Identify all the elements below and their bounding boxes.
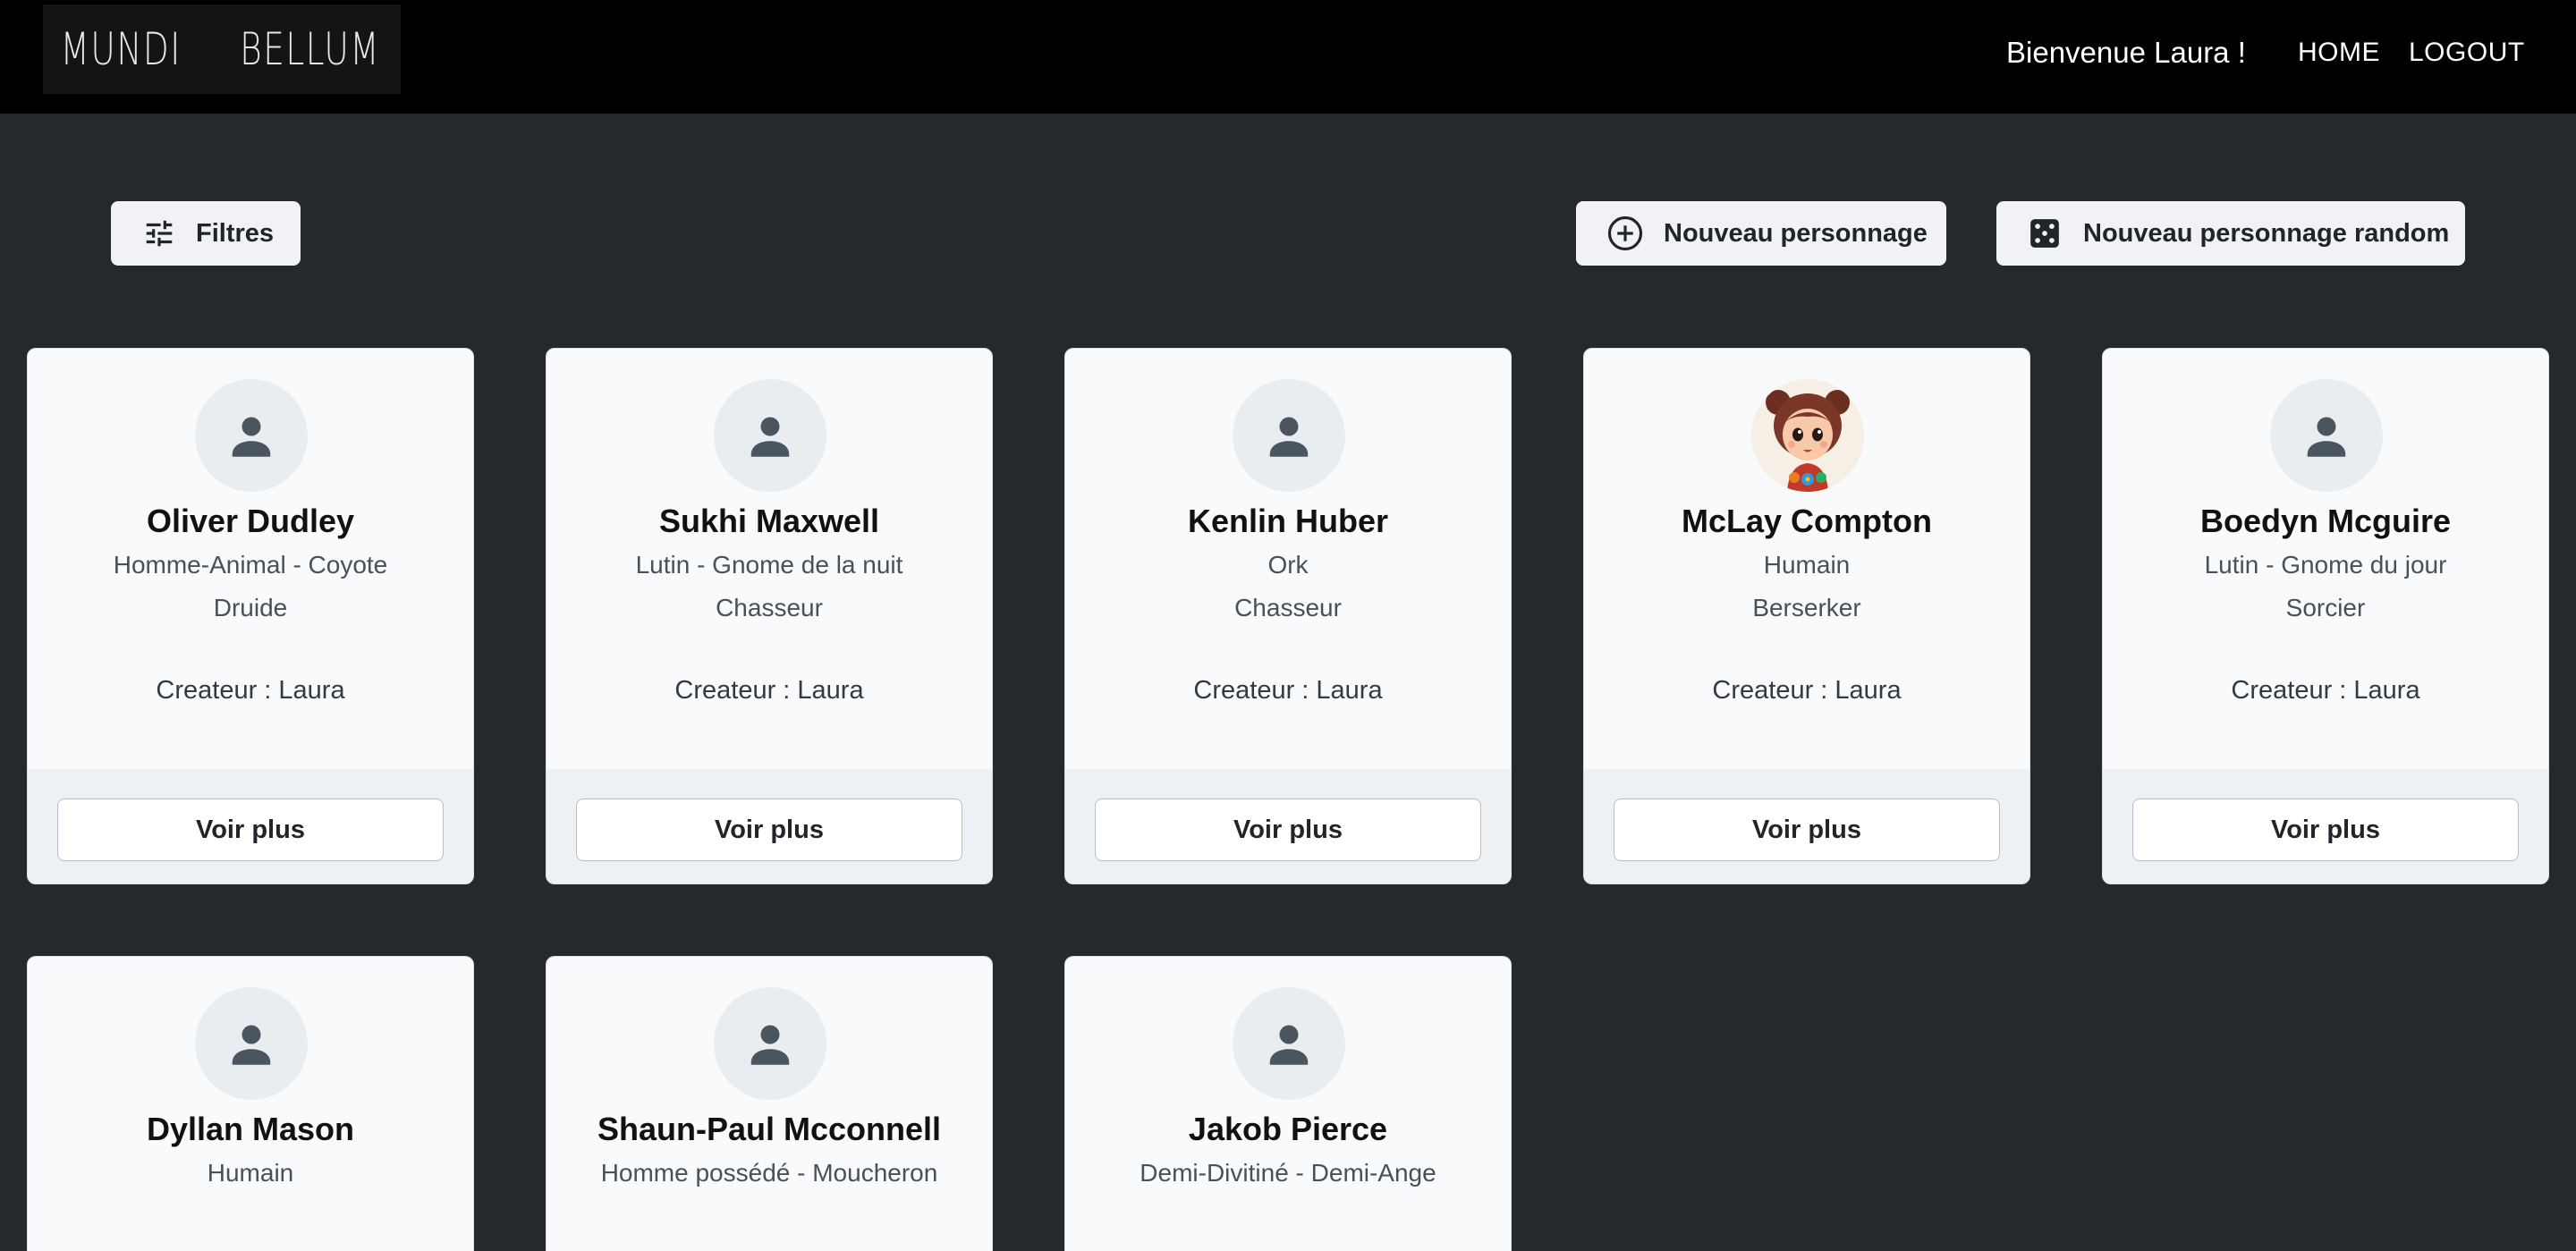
avatar bbox=[195, 987, 308, 1100]
character-name: Sukhi Maxwell bbox=[658, 503, 880, 539]
character-name: Dyllan Mason bbox=[146, 1111, 355, 1147]
character-card: Shaun-Paul Mcconnell Homme possédé - Mou… bbox=[546, 956, 993, 1251]
character-race: Ork bbox=[1267, 551, 1309, 579]
person-icon bbox=[750, 417, 790, 457]
person-icon bbox=[232, 417, 271, 457]
see-more-button[interactable]: Voir plus bbox=[1614, 799, 2000, 861]
character-card: Boedyn Mcguire Lutin - Gnome du jour Sor… bbox=[2102, 348, 2549, 884]
avatar bbox=[1233, 987, 1345, 1100]
character-race: Lutin - Gnome de la nuit bbox=[635, 551, 903, 579]
character-creator: Createur : Laura bbox=[1193, 676, 1383, 705]
filters-label: Filtres bbox=[196, 218, 275, 248]
person-icon bbox=[2307, 417, 2346, 457]
see-more-button[interactable]: Voir plus bbox=[1095, 799, 1481, 861]
character-name: Jakob Pierce bbox=[1188, 1111, 1388, 1147]
character-portrait-icon bbox=[1751, 379, 1864, 492]
character-class: Chasseur bbox=[1234, 594, 1342, 621]
new-random-character-button[interactable]: Nouveau personnage random bbox=[1996, 201, 2465, 266]
character-class: Sorcier bbox=[2285, 594, 2366, 621]
character-race: Demi-Divitiné - Demi-Ange bbox=[1140, 1159, 1436, 1187]
avatar bbox=[714, 379, 826, 492]
see-more-button[interactable]: Voir plus bbox=[2132, 799, 2519, 861]
see-more-button[interactable]: Voir plus bbox=[576, 799, 962, 861]
dice-icon bbox=[2030, 219, 2059, 248]
character-race: Humain bbox=[207, 1159, 294, 1187]
avatar bbox=[195, 379, 308, 492]
character-card: Dyllan Mason Humain bbox=[27, 956, 474, 1251]
card-footer: Voir plus bbox=[2103, 769, 2548, 883]
logo-text-right: BELLUM bbox=[239, 23, 380, 75]
character-card: Jakob Pierce Demi-Divitiné - Demi-Ange bbox=[1064, 956, 1512, 1251]
character-card: Kenlin Huber Ork Chasseur Createur : Lau… bbox=[1064, 348, 1512, 884]
character-race: Homme-Animal - Coyote bbox=[113, 551, 388, 579]
person-icon bbox=[1269, 1025, 1309, 1065]
character-race: Homme possédé - Moucheron bbox=[600, 1159, 938, 1187]
card-footer: Voir plus bbox=[547, 769, 992, 883]
sliders-icon bbox=[146, 220, 173, 247]
card-footer: Voir plus bbox=[1584, 769, 2029, 883]
character-name: Oliver Dudley bbox=[146, 503, 355, 539]
card-footer: Voir plus bbox=[1065, 769, 1511, 883]
new-random-character-label: Nouveau personnage random bbox=[2083, 218, 2450, 248]
see-more-button[interactable]: Voir plus bbox=[57, 799, 444, 861]
nav-logout-link[interactable]: LOGOUT bbox=[2409, 38, 2525, 68]
character-creator: Createur : Laura bbox=[2231, 676, 2420, 705]
character-name: Boedyn Mcguire bbox=[2199, 503, 2452, 539]
welcome-message: Bienvenue Laura ! bbox=[2006, 36, 2246, 69]
filters-button[interactable]: Filtres bbox=[111, 201, 301, 266]
character-race: Lutin - Gnome du jour bbox=[2204, 551, 2447, 579]
character-class: Chasseur bbox=[716, 594, 823, 621]
person-icon bbox=[750, 1025, 790, 1065]
person-icon bbox=[232, 1025, 271, 1065]
avatar bbox=[2270, 379, 2383, 492]
avatar bbox=[714, 987, 826, 1100]
card-footer: Voir plus bbox=[28, 769, 473, 883]
character-card: Oliver Dudley Homme-Animal - Coyote Drui… bbox=[27, 348, 474, 884]
character-creator: Createur : Laura bbox=[674, 676, 864, 705]
avatar bbox=[1751, 379, 1864, 492]
character-name: McLay Compton bbox=[1681, 503, 1932, 539]
nav-home-link[interactable]: HOME bbox=[2298, 38, 2380, 68]
navbar: MUNDI BELLUM Bienvenue Laura ! HOME LOGO… bbox=[0, 0, 2576, 114]
character-creator: Createur : Laura bbox=[1712, 676, 1902, 705]
plus-circle-icon bbox=[1607, 216, 1643, 251]
character-name: Shaun-Paul Mcconnell bbox=[597, 1111, 942, 1147]
character-class: Berserker bbox=[1752, 594, 1861, 621]
character-card: Sukhi Maxwell Lutin - Gnome de la nuit C… bbox=[546, 348, 993, 884]
character-race: Humain bbox=[1763, 551, 1851, 579]
character-card: McLay Compton Humain Berserker Createur … bbox=[1583, 348, 2030, 884]
logo-text-left: MUNDI bbox=[60, 23, 182, 75]
person-icon bbox=[1269, 417, 1309, 457]
new-character-label: Nouveau personnage bbox=[1664, 218, 1928, 248]
new-character-button[interactable]: Nouveau personnage bbox=[1576, 201, 1946, 266]
character-creator: Createur : Laura bbox=[156, 676, 345, 705]
avatar bbox=[1233, 379, 1345, 492]
character-class: Druide bbox=[213, 594, 288, 621]
character-name: Kenlin Huber bbox=[1187, 503, 1388, 539]
brand-logo[interactable]: MUNDI BELLUM bbox=[43, 4, 401, 94]
